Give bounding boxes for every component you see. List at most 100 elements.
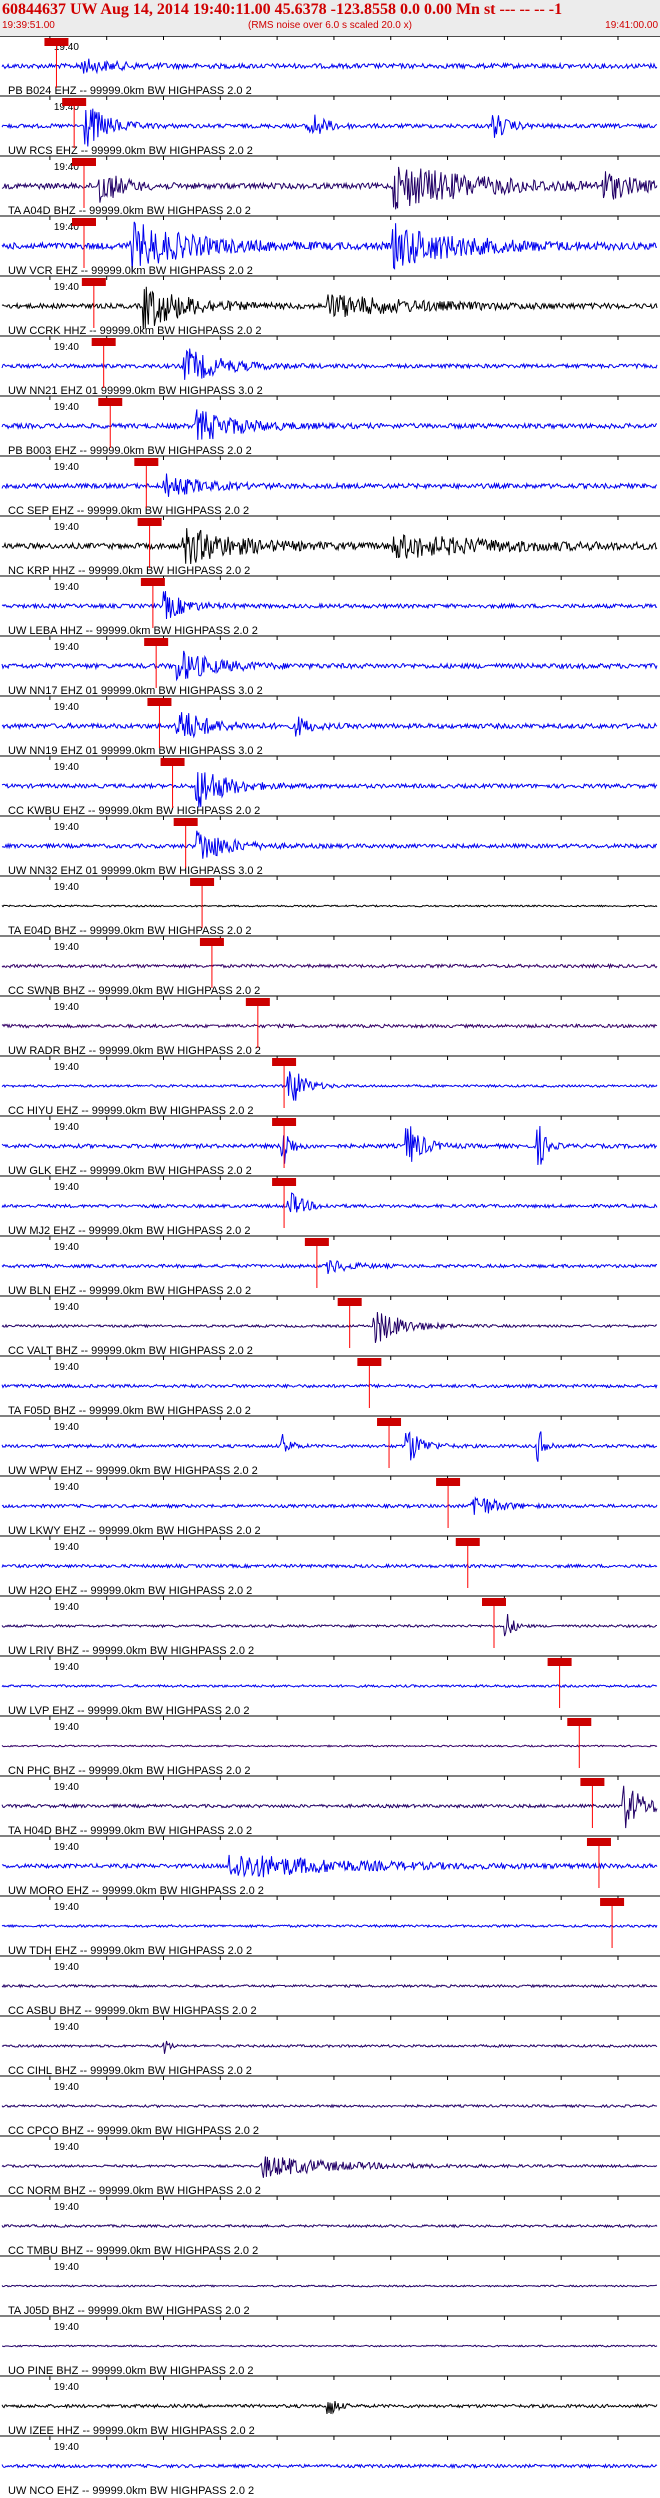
station-label: UW NCO EHZ -- 99999.0km BW HIGHPASS 2.0 … (8, 2485, 254, 2497)
time-tick-label: 19:40 (54, 1482, 79, 1493)
station-label: UO PINE BHZ -- 99999.0km BW HIGHPASS 2.0… (8, 2365, 254, 2377)
pick-box (586, 1838, 611, 1846)
time-tick-label: 19:40 (54, 2382, 79, 2393)
pick-box (72, 158, 96, 166)
time-tick-label: 19:40 (54, 2202, 79, 2213)
waveform-trace (1, 1683, 658, 1689)
station-label: CC ASBU BHZ -- 99999.0km BW HIGHPASS 2.0… (8, 2005, 257, 2017)
pick-box (91, 338, 116, 346)
time-tick-label: 19:40 (54, 1842, 79, 1853)
time-tick-label: 19:40 (54, 822, 79, 833)
station-label: UW WPW EHZ -- 99999.0km BW HIGHPASS 2.0 … (8, 1465, 258, 1477)
waveform-trace (1, 409, 658, 440)
waveform-trace (1, 2401, 658, 2415)
waveform-trace (1, 1431, 658, 1462)
waveform-trace (1, 1562, 658, 1569)
station-label: UW NN19 EHZ 01 99999.0km BW HIGHPASS 3.0… (8, 745, 263, 757)
station-label: UW CCRK HHZ -- 99999.0km BW HIGHPASS 2.0… (8, 325, 261, 337)
time-tick-label: 19:40 (54, 1302, 79, 1313)
station-label: TA H04D BHZ -- 99999.0km BW HIGHPASS 2.0… (8, 1825, 252, 1837)
pick-box (580, 1778, 605, 1786)
time-tick-label: 19:40 (54, 942, 79, 953)
time-tick-label: 19:40 (54, 2262, 79, 2273)
time-tick-label: 19:40 (54, 1002, 79, 1013)
waveform-trace (1, 1071, 658, 1101)
waveform-trace (1, 2156, 658, 2178)
waveform-trace (1, 1613, 658, 1637)
pick-box (160, 758, 185, 766)
time-tick-label: 19:40 (54, 702, 79, 713)
station-label: TA J05D BHZ -- 99999.0km BW HIGHPASS 2.0… (8, 2305, 250, 2317)
station-label: CC VALT BHZ -- 99999.0km BW HIGHPASS 2.0… (8, 1345, 253, 1357)
waveform-trace (1, 1744, 658, 1748)
station-label: CC CPCO BHZ -- 99999.0km BW HIGHPASS 2.0… (8, 2125, 259, 2137)
pick-box (547, 1658, 572, 1666)
pick-box (245, 998, 270, 1006)
waveform-trace (1, 1496, 658, 1515)
waveform-trace (1, 221, 657, 272)
event-title: 60844637 UW Aug 14, 2014 19:40:11.00 45.… (2, 1, 563, 18)
waveform-trace (1, 1311, 658, 1344)
waveform-trace (1, 348, 658, 380)
waveform-trace (1, 2284, 658, 2288)
station-label: UW NN17 EHZ 01 99999.0km BW HIGHPASS 3.0… (8, 685, 263, 697)
pick-box (272, 1118, 297, 1126)
time-tick-label: 19:40 (54, 2022, 79, 2033)
station-label: UW LKWY EHZ -- 99999.0km BW HIGHPASS 2.0… (8, 1525, 261, 1537)
waveform-trace (1, 772, 658, 808)
station-label: NC KRP HHZ -- 99999.0km BW HIGHPASS 2.0 … (8, 565, 250, 577)
station-label: CN PHC BHZ -- 99999.0km BW HIGHPASS 2.0 … (8, 1765, 250, 1777)
waveform-trace (1, 712, 658, 739)
waveform-trace (1, 1023, 658, 1029)
time-tick-label: 19:40 (54, 1542, 79, 1553)
waveform-trace (1, 1383, 658, 1389)
station-label: UW IZEE HHZ -- 99999.0km BW HIGHPASS 2.0… (8, 2425, 255, 2437)
pick-box (357, 1358, 382, 1366)
waveform-trace (1, 2463, 658, 2470)
station-label: PB B003 EHZ -- 99999.0km BW HIGHPASS 2.0… (8, 445, 252, 457)
pick-box (190, 878, 215, 886)
waveform-trace (1, 2103, 658, 2109)
waveform-trace (1, 1923, 658, 1929)
pick-box (173, 818, 198, 826)
time-tick-label: 19:40 (54, 762, 79, 773)
station-label: UW LEBA HHZ -- 99999.0km BW HIGHPASS 2.0… (8, 625, 258, 637)
waveform-trace (1, 904, 658, 908)
pick-box (600, 1898, 625, 1906)
waveform-trace (1, 591, 658, 620)
waveform-trace (1, 528, 658, 565)
pick-box (81, 278, 106, 286)
station-label: CC SWNB BHZ -- 99999.0km BW HIGHPASS 2.0… (8, 985, 260, 997)
time-tick-label: 19:40 (54, 2082, 79, 2093)
time-tick-label: 19:40 (54, 1602, 79, 1613)
station-label: UW GLK EHZ -- 99999.0km BW HIGHPASS 2.0 … (8, 1165, 252, 1177)
rms-note: (RMS noise over 6.0 s scaled 20.0 x) (248, 20, 412, 31)
waveform-trace (1, 962, 658, 970)
pick-box (436, 1478, 461, 1486)
station-label: TA A04D BHZ -- 99999.0km BW HIGHPASS 2.0… (8, 205, 251, 217)
pick-box (199, 938, 224, 946)
time-tick-label: 19:40 (54, 2442, 79, 2453)
station-label: CC KWBU EHZ -- 99999.0km BW HIGHPASS 2.0… (8, 805, 260, 817)
station-label: UW MORO EHZ -- 99999.0km BW HIGHPASS 2.0… (8, 1885, 264, 1897)
time-tick-label: 19:40 (54, 1362, 79, 1373)
pick-box (567, 1718, 592, 1726)
pick-box (72, 218, 96, 226)
time-tick-label: 19:40 (54, 402, 79, 413)
waveform-trace (1, 1785, 658, 1829)
end-time: 19:41:00.00 (605, 20, 658, 31)
waveform-trace (1, 2040, 658, 2054)
time-tick-label: 19:40 (54, 1422, 79, 1433)
pick-box (144, 638, 169, 646)
pick-box (134, 458, 159, 466)
station-label: CC TMBU BHZ -- 99999.0km BW HIGHPASS 2.0… (8, 2245, 258, 2257)
pick-box (44, 38, 69, 46)
waveform-trace (1, 286, 658, 329)
time-tick-label: 19:40 (54, 1062, 79, 1073)
time-tick-label: 19:40 (54, 2322, 79, 2333)
time-tick-label: 19:40 (54, 1962, 79, 1973)
pick-box (304, 1238, 329, 1246)
time-tick-label: 19:40 (54, 1722, 79, 1733)
time-tick-label: 19:40 (54, 1242, 79, 1253)
station-label: UW H2O EHZ -- 99999.0km BW HIGHPASS 2.0 … (8, 1585, 252, 1597)
